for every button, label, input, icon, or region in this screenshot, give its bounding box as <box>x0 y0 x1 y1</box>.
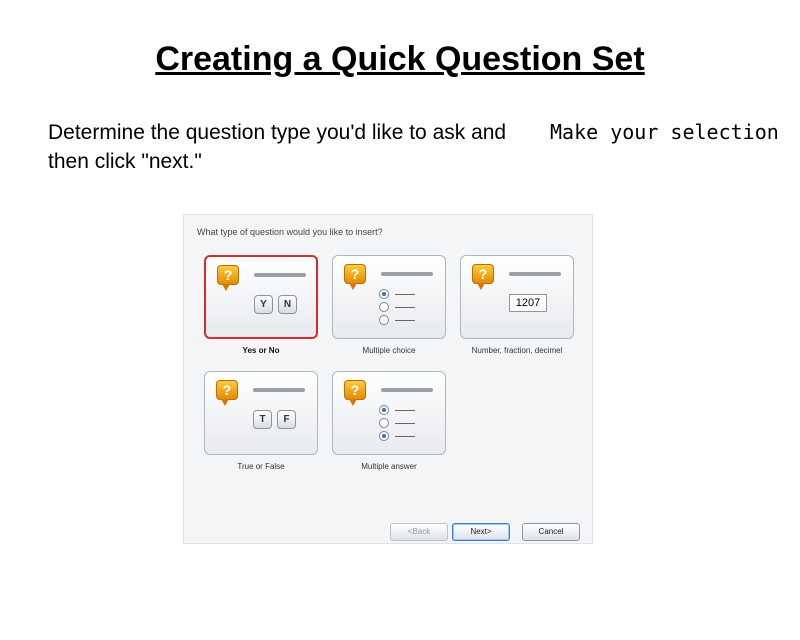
option-line <box>395 423 415 424</box>
dialog-prompt: What type of question would you like to … <box>197 227 383 237</box>
selection-note: Make your selection <box>550 120 779 144</box>
tile-label-multiple-choice: Multiple choice <box>362 346 416 355</box>
placeholder-bar <box>254 273 306 277</box>
tile-yes-or-no[interactable]: ? Y N <box>204 255 318 339</box>
option-line <box>395 410 415 411</box>
true-key: T <box>253 410 272 429</box>
yes-key: Y <box>254 295 273 314</box>
tile-true-or-false[interactable]: ? T F <box>204 371 318 455</box>
question-bubble-icon: ? <box>216 380 238 406</box>
option-line <box>395 320 415 321</box>
tile-label-true-or-false: True or False <box>237 462 285 471</box>
slide-title: Creating a Quick Question Set <box>155 40 645 78</box>
option-line <box>395 294 415 295</box>
radio-empty-icon <box>379 418 389 428</box>
radio-empty-icon <box>379 315 389 325</box>
tile-number-fraction-decimel[interactable]: ? 1207 <box>460 255 574 339</box>
tile-multiple-choice[interactable]: ? <box>332 255 446 339</box>
tile-label-yes-or-no: Yes or No <box>242 346 280 355</box>
question-bubble-icon: ? <box>344 264 366 290</box>
placeholder-bar <box>381 272 433 276</box>
number-field: 1207 <box>509 294 547 312</box>
question-bubble-icon: ? <box>472 264 494 290</box>
option-line <box>395 307 415 308</box>
tile-multiple-answer[interactable]: ? <box>332 371 446 455</box>
false-key: F <box>277 410 296 429</box>
radio-selected-icon <box>379 289 389 299</box>
question-bubble-icon: ? <box>344 380 366 406</box>
placeholder-bar <box>381 388 433 392</box>
placeholder-bar <box>509 272 561 276</box>
radio-selected-icon <box>379 431 389 441</box>
next-button[interactable]: Next> <box>452 523 510 541</box>
back-button[interactable]: <Back <box>390 523 448 541</box>
question-type-dialog: What type of question would you like to … <box>183 214 593 544</box>
intro-text: Determine the question type you'd like t… <box>48 121 507 173</box>
cancel-button[interactable]: Cancel <box>522 523 580 541</box>
radio-selected-icon <box>379 405 389 415</box>
radio-empty-icon <box>379 302 389 312</box>
no-key: N <box>278 295 297 314</box>
placeholder-bar <box>253 388 305 392</box>
question-bubble-icon: ? <box>217 265 239 291</box>
option-line <box>395 436 415 437</box>
tile-label-multiple-answer: Multiple answer <box>361 462 417 471</box>
tile-label-number-fraction-decimel: Number, fraction, decimel <box>471 346 563 355</box>
